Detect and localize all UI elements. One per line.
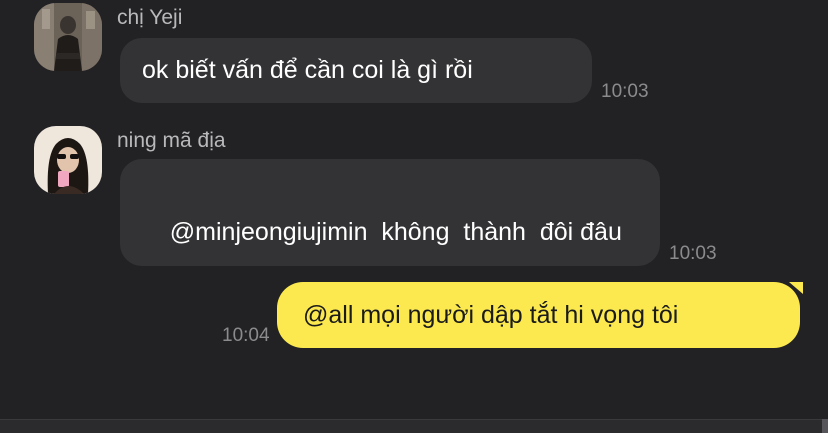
scrollbar-thumb[interactable]: [822, 419, 828, 433]
message-timestamp: 10:03: [601, 81, 649, 102]
avatar-yeji-image: [34, 3, 102, 71]
message-text: @all mọi người dập tắt hi vọng tôi: [303, 301, 679, 329]
message-bubble[interactable]: ok biết vấn để cần coi là gì rồi: [120, 38, 592, 103]
avatar[interactable]: [34, 126, 102, 194]
message-timestamp: 10:03: [669, 243, 717, 264]
sender-name: chị Yeji: [117, 6, 183, 29]
message-text: @minjeongiujimin không thành đôi đâu: [169, 218, 622, 246]
avatar[interactable]: [34, 3, 102, 71]
composer-edge: [0, 419, 828, 433]
bubble-tail: [789, 282, 803, 294]
avatar-ning-image: [34, 126, 102, 194]
message-text: ok biết vấn để cần coi là gì rồi: [142, 56, 473, 84]
sender-name: ning mã địa: [117, 129, 226, 152]
message-bubble[interactable]: @minjeongiujimin không thành đôi đâu: [120, 159, 660, 266]
message-timestamp: 10:04: [222, 325, 270, 346]
chat-view: chị Yeji ok biết vấn để cần coi là gì rồ…: [0, 0, 828, 433]
outgoing-message-bubble[interactable]: @all mọi người dập tắt hi vọng tôi: [277, 282, 800, 348]
